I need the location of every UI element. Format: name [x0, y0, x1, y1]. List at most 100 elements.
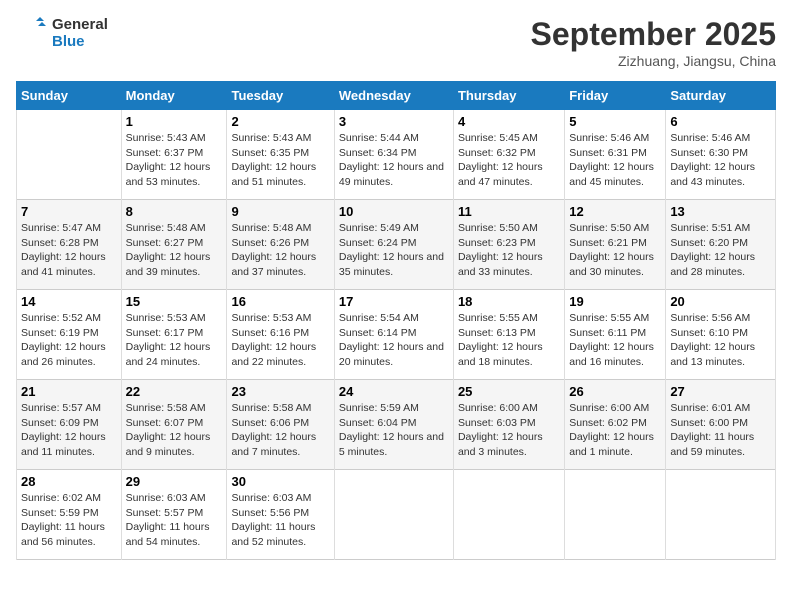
day-info: Sunrise: 5:44 AMSunset: 6:34 PMDaylight:… — [339, 131, 449, 190]
day-number: 5 — [569, 114, 661, 129]
calendar-cell: 20Sunrise: 5:56 AMSunset: 6:10 PMDayligh… — [666, 290, 776, 380]
day-number: 4 — [458, 114, 560, 129]
day-number: 6 — [670, 114, 771, 129]
calendar-cell: 17 Sunrise: 5:54 AMSunset: 6:14 PMDayligh… — [334, 290, 453, 380]
calendar-cell — [565, 470, 666, 560]
day-number: 30 — [231, 474, 329, 489]
day-number: 8 — [126, 204, 223, 219]
day-info: Sunrise: 5:48 AMSunset: 6:27 PMDaylight:… — [126, 221, 223, 280]
calendar-cell: 25 Sunrise: 6:00 AMSunset: 6:03 PMDayligh… — [453, 380, 564, 470]
day-info: Sunrise: 5:59 AMSunset: 6:04 PMDaylight:… — [339, 401, 449, 460]
day-number: 3 — [339, 114, 449, 129]
day-info: Sunrise: 5:46 AMSunset: 6:30 PMDaylight:… — [670, 131, 771, 190]
logo-general: General — [52, 16, 108, 33]
day-number: 18 — [458, 294, 560, 309]
calendar-cell: 19 Sunrise: 5:55 AMSunset: 6:11 PMDayligh… — [565, 290, 666, 380]
calendar-cell: 18Sunrise: 5:55 AMSunset: 6:13 PMDayligh… — [453, 290, 564, 380]
day-number: 7 — [21, 204, 117, 219]
day-info: Sunrise: 5:43 AMSunset: 6:35 PMDaylight:… — [231, 131, 329, 190]
day-info: Sunrise: 5:49 AMSunset: 6:24 PMDaylight:… — [339, 221, 449, 280]
calendar-cell: 24 Sunrise: 5:59 AMSunset: 6:04 PMDayligh… — [334, 380, 453, 470]
day-number: 24 — [339, 384, 449, 399]
col-header-friday: Friday — [565, 82, 666, 110]
calendar-cell: 21 Sunrise: 5:57 AMSunset: 6:09 PMDayligh… — [17, 380, 122, 470]
day-info: Sunrise: 6:02 AMSunset: 5:59 PMDaylight:… — [21, 491, 117, 550]
day-info: Sunrise: 5:54 AMSunset: 6:14 PMDaylight:… — [339, 311, 449, 370]
calendar-table: SundayMondayTuesdayWednesdayThursdayFrid… — [16, 81, 776, 560]
calendar-cell: 11 Sunrise: 5:50 AMSunset: 6:23 PMDayligh… — [453, 200, 564, 290]
day-number: 12 — [569, 204, 661, 219]
calendar-cell — [334, 470, 453, 560]
calendar-cell: 22Sunrise: 5:58 AMSunset: 6:07 PMDayligh… — [121, 380, 227, 470]
day-number: 25 — [458, 384, 560, 399]
calendar-cell: 6 Sunrise: 5:46 AMSunset: 6:30 PMDaylight… — [666, 110, 776, 200]
calendar-cell: 10 Sunrise: 5:49 AMSunset: 6:24 PMDayligh… — [334, 200, 453, 290]
calendar-cell: 8 Sunrise: 5:48 AMSunset: 6:27 PMDaylight… — [121, 200, 227, 290]
day-number: 22 — [126, 384, 223, 399]
col-header-saturday: Saturday — [666, 82, 776, 110]
col-header-wednesday: Wednesday — [334, 82, 453, 110]
day-info: Sunrise: 5:50 AMSunset: 6:21 PMDaylight:… — [569, 221, 661, 280]
day-number: 19 — [569, 294, 661, 309]
day-info: Sunrise: 5:43 AMSunset: 6:37 PMDaylight:… — [126, 131, 223, 190]
day-info: Sunrise: 5:48 AMSunset: 6:26 PMDaylight:… — [231, 221, 329, 280]
calendar-cell: 29 Sunrise: 6:03 AMSunset: 5:57 PMDayligh… — [121, 470, 227, 560]
title-block: September 2025 Zizhuang, Jiangsu, China — [531, 16, 776, 69]
location: Zizhuang, Jiangsu, China — [531, 53, 776, 69]
day-info: Sunrise: 6:00 AMSunset: 6:02 PMDaylight:… — [569, 401, 661, 460]
col-header-thursday: Thursday — [453, 82, 564, 110]
calendar-cell: 4 Sunrise: 5:45 AMSunset: 6:32 PMDaylight… — [453, 110, 564, 200]
calendar-cell: 26 Sunrise: 6:00 AMSunset: 6:02 PMDayligh… — [565, 380, 666, 470]
day-info: Sunrise: 5:51 AMSunset: 6:20 PMDaylight:… — [670, 221, 771, 280]
day-info: Sunrise: 5:57 AMSunset: 6:09 PMDaylight:… — [21, 401, 117, 460]
day-info: Sunrise: 5:58 AMSunset: 6:06 PMDaylight:… — [231, 401, 329, 460]
day-info: Sunrise: 5:56 AMSunset: 6:10 PMDaylight:… — [670, 311, 771, 370]
day-number: 21 — [21, 384, 117, 399]
day-number: 14 — [21, 294, 117, 309]
col-header-monday: Monday — [121, 82, 227, 110]
day-number: 1 — [126, 114, 223, 129]
calendar-cell: 15Sunrise: 5:53 AMSunset: 6:17 PMDayligh… — [121, 290, 227, 380]
calendar-cell — [453, 470, 564, 560]
calendar-cell: 9 Sunrise: 5:48 AMSunset: 6:26 PMDaylight… — [227, 200, 334, 290]
day-info: Sunrise: 5:55 AMSunset: 6:11 PMDaylight:… — [569, 311, 661, 370]
calendar-cell: 30 Sunrise: 6:03 AMSunset: 5:56 PMDayligh… — [227, 470, 334, 560]
calendar-cell: 23 Sunrise: 5:58 AMSunset: 6:06 PMDayligh… — [227, 380, 334, 470]
calendar-cell: 28 Sunrise: 6:02 AMSunset: 5:59 PMDayligh… — [17, 470, 122, 560]
day-number: 9 — [231, 204, 329, 219]
calendar-cell: 13 Sunrise: 5:51 AMSunset: 6:20 PMDayligh… — [666, 200, 776, 290]
day-info: Sunrise: 6:03 AMSunset: 5:57 PMDaylight:… — [126, 491, 223, 550]
day-number: 27 — [670, 384, 771, 399]
calendar-cell: 27Sunrise: 6:01 AMSunset: 6:00 PMDayligh… — [666, 380, 776, 470]
calendar-cell: 7 Sunrise: 5:47 AMSunset: 6:28 PMDaylight… — [17, 200, 122, 290]
day-number: 13 — [670, 204, 771, 219]
day-number: 17 — [339, 294, 449, 309]
day-number: 23 — [231, 384, 329, 399]
day-info: Sunrise: 6:03 AMSunset: 5:56 PMDaylight:… — [231, 491, 329, 550]
day-number: 28 — [21, 474, 117, 489]
day-info: Sunrise: 5:45 AMSunset: 6:32 PMDaylight:… — [458, 131, 560, 190]
day-number: 11 — [458, 204, 560, 219]
day-number: 26 — [569, 384, 661, 399]
day-info: Sunrise: 5:53 AMSunset: 6:16 PMDaylight:… — [231, 311, 329, 370]
logo: General Blue — [16, 16, 108, 51]
day-info: Sunrise: 5:53 AMSunset: 6:17 PMDaylight:… — [126, 311, 223, 370]
day-info: Sunrise: 6:00 AMSunset: 6:03 PMDaylight:… — [458, 401, 560, 460]
calendar-cell — [666, 470, 776, 560]
col-header-sunday: Sunday — [17, 82, 122, 110]
calendar-cell — [17, 110, 122, 200]
day-info: Sunrise: 5:50 AMSunset: 6:23 PMDaylight:… — [458, 221, 560, 280]
calendar-cell: 14 Sunrise: 5:52 AMSunset: 6:19 PMDayligh… — [17, 290, 122, 380]
calendar-cell: 2 Sunrise: 5:43 AMSunset: 6:35 PMDaylight… — [227, 110, 334, 200]
day-info: Sunrise: 5:46 AMSunset: 6:31 PMDaylight:… — [569, 131, 661, 190]
day-number: 29 — [126, 474, 223, 489]
calendar-cell: 1 Sunrise: 5:43 AMSunset: 6:37 PMDaylight… — [121, 110, 227, 200]
day-number: 2 — [231, 114, 329, 129]
day-info: Sunrise: 5:52 AMSunset: 6:19 PMDaylight:… — [21, 311, 117, 370]
day-info: Sunrise: 5:47 AMSunset: 6:28 PMDaylight:… — [21, 221, 117, 280]
calendar-cell: 16Sunrise: 5:53 AMSunset: 6:16 PMDayligh… — [227, 290, 334, 380]
day-number: 10 — [339, 204, 449, 219]
logo-blue: Blue — [52, 33, 108, 50]
calendar-cell: 12 Sunrise: 5:50 AMSunset: 6:21 PMDayligh… — [565, 200, 666, 290]
month-title: September 2025 — [531, 16, 776, 53]
